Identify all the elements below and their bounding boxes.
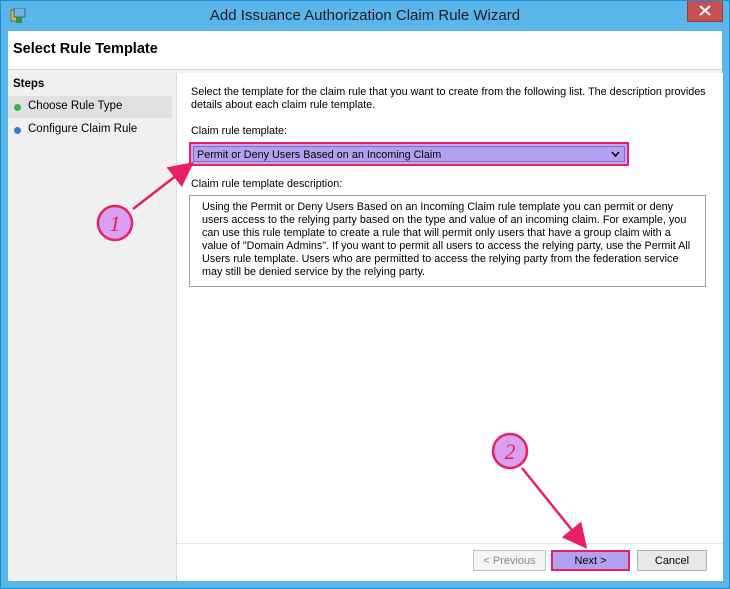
previous-button[interactable]: < Previous [473, 550, 546, 571]
close-icon [699, 5, 711, 16]
intro-text: Select the template for the claim rule t… [191, 86, 706, 111]
next-button[interactable]: Next > [551, 550, 630, 571]
wizard-client: Select Rule Template Steps Choose Rule T… [8, 31, 723, 581]
description-box: Using the Permit or Deny Users Based on … [189, 195, 706, 287]
template-dropdown[interactable]: Permit or Deny Users Based on an Incomin… [189, 142, 629, 166]
chevron-down-icon[interactable] [611, 150, 620, 158]
cancel-button[interactable]: Cancel [637, 550, 707, 571]
close-button[interactable] [687, 1, 723, 22]
title-bar[interactable]: Add Issuance Authorization Claim Rule Wi… [1, 1, 729, 31]
step-complete-icon [14, 104, 21, 111]
footer-divider [177, 543, 723, 544]
wizard-window: Add Issuance Authorization Claim Rule Wi… [0, 0, 730, 589]
steps-title: Steps [13, 78, 45, 90]
step-choose-rule-type[interactable]: Choose Rule Type [8, 96, 172, 118]
page-header: Select Rule Template [8, 31, 722, 70]
template-dropdown-value: Permit or Deny Users Based on an Incomin… [197, 149, 442, 161]
main-content: Select the template for the claim rule t… [176, 73, 723, 581]
description-label: Claim rule template description: [191, 178, 343, 190]
template-dropdown-field[interactable]: Permit or Deny Users Based on an Incomin… [193, 146, 625, 162]
window-title: Add Issuance Authorization Claim Rule Wi… [209, 7, 521, 24]
step-pending-icon [14, 127, 21, 134]
step-label: Choose Rule Type [28, 100, 123, 112]
description-text: Using the Permit or Deny Users Based on … [202, 201, 691, 278]
template-label: Claim rule template: [191, 125, 288, 137]
steps-panel: Steps Choose Rule Type Configure Claim R… [8, 70, 175, 581]
page-title: Select Rule Template [13, 41, 158, 57]
step-configure-claim-rule[interactable]: Configure Claim Rule [8, 119, 172, 141]
step-label: Configure Claim Rule [28, 123, 138, 135]
